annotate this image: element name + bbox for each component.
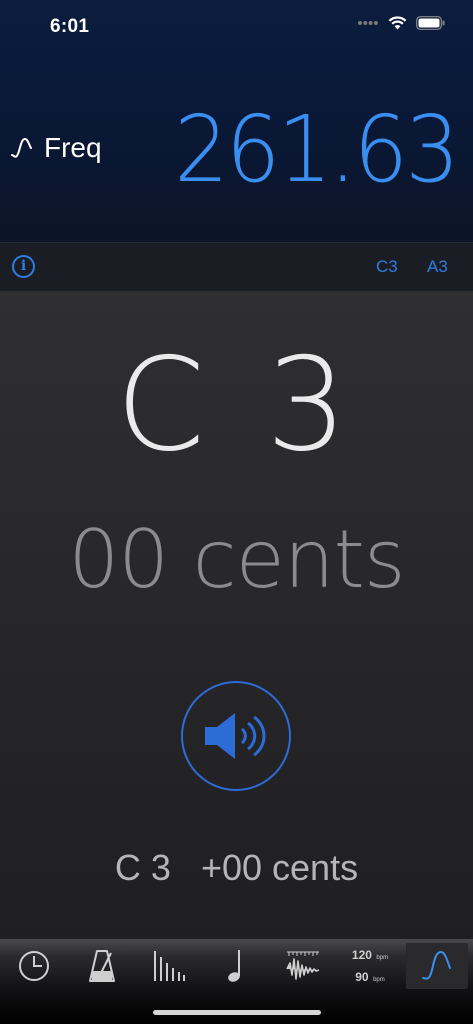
frequency-readout: 261.63	[174, 96, 459, 203]
reference-button[interactable]: A3	[427, 257, 448, 277]
note-button[interactable]: C3	[376, 257, 398, 277]
play-tone-button[interactable]	[181, 681, 291, 791]
mode-label: Freq	[44, 132, 102, 163]
frequency-header: 6:01 Freq 261.63	[0, 0, 473, 242]
tab-tempo[interactable]: 120 bpm 90 bpm	[339, 943, 401, 989]
bpm-top-unit: bpm	[376, 955, 389, 961]
info-bar: i C3 A3	[0, 242, 473, 292]
note-name: C 3	[115, 331, 358, 480]
tab-tone-generator[interactable]	[406, 943, 468, 989]
music-note-icon	[228, 950, 240, 982]
info-button[interactable]: i	[12, 255, 35, 278]
tab-spectrum[interactable]	[138, 943, 200, 989]
clock-icon	[19, 951, 49, 981]
home-indicator[interactable]	[153, 1010, 321, 1015]
bpm-bottom-unit: bpm	[373, 977, 385, 983]
tone-display: C 3 00 cents C 3 +00 cents	[0, 291, 473, 939]
sine-wave-icon	[422, 950, 451, 980]
waveform-icon	[286, 951, 320, 980]
cellular-signal-icon	[358, 21, 378, 25]
tab-history[interactable]	[3, 943, 65, 989]
status-time: 6:01	[50, 16, 90, 37]
speaker-icon	[205, 713, 266, 759]
tab-note[interactable]	[205, 943, 267, 989]
tab-metronome[interactable]	[71, 943, 133, 989]
sine-wave-icon	[11, 137, 32, 158]
bpm-top-value: 120	[351, 948, 372, 962]
battery-icon	[416, 16, 445, 30]
mode-selector[interactable]: Freq	[10, 132, 102, 164]
bpm-label: 120 bpm 90 bpm	[352, 947, 388, 985]
tab-waveform[interactable]	[272, 943, 334, 989]
reference-cents: +00 cents	[200, 847, 359, 888]
bpm-bottom-value: 90	[355, 970, 369, 984]
status-icons	[357, 16, 445, 30]
reference-note: C 3	[114, 847, 171, 888]
spectrum-bars-icon	[154, 951, 185, 981]
metronome-icon	[89, 950, 115, 982]
reference-line: C 3 +00 cents	[0, 847, 473, 889]
status-bar: 6:01	[0, 0, 473, 56]
cents-value: 00 cents	[68, 513, 405, 606]
wifi-icon	[388, 16, 407, 30]
